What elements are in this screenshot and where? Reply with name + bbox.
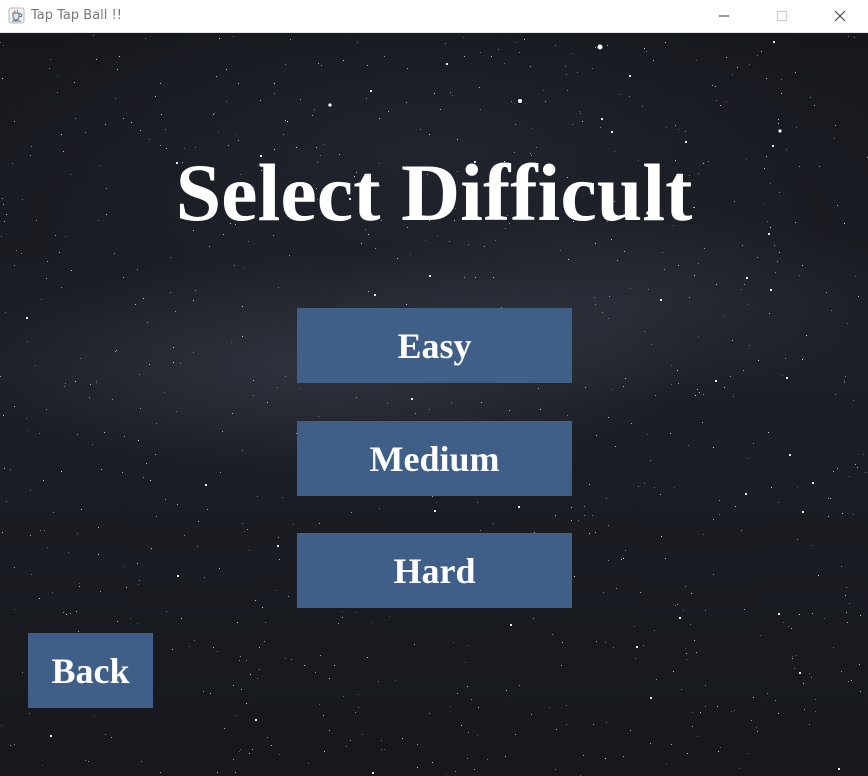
minimize-icon	[719, 15, 729, 17]
game-stage: Select Difficult Easy Medium Hard Back	[0, 33, 868, 776]
java-coffee-cup-icon	[8, 7, 25, 24]
easy-button[interactable]: Easy	[297, 308, 572, 383]
close-icon	[834, 10, 846, 22]
maximize-icon	[777, 11, 787, 21]
hard-button[interactable]: Hard	[297, 533, 572, 608]
back-button[interactable]: Back	[28, 633, 153, 708]
page-title: Select Difficult	[175, 147, 693, 238]
app-window: Tap Tap Ball !! Select Difficult Easy Me…	[0, 0, 868, 776]
medium-button[interactable]: Medium	[297, 421, 572, 496]
close-button[interactable]	[811, 0, 868, 32]
maximize-button[interactable]	[753, 0, 811, 32]
window-title: Tap Tap Ball !!	[31, 8, 122, 23]
title-bar[interactable]: Tap Tap Ball !!	[0, 0, 868, 33]
minimize-button[interactable]	[695, 0, 753, 32]
